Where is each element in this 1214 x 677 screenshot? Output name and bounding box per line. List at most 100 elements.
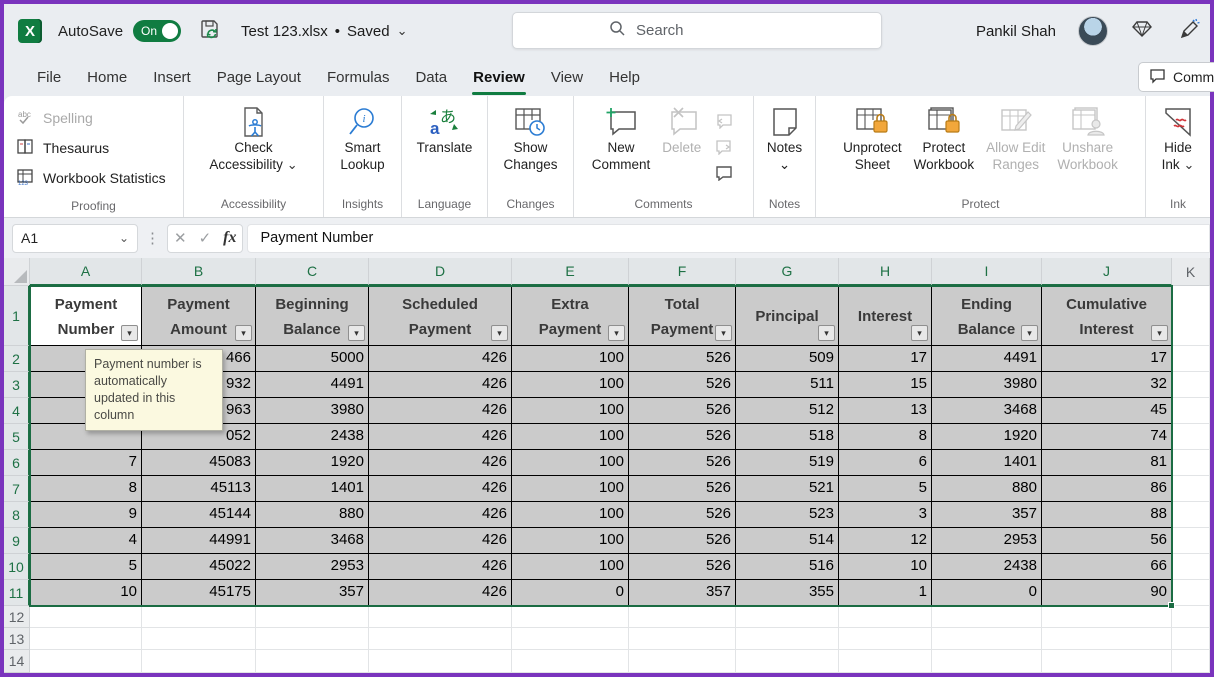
cell-J1[interactable]: CumulativeInterest▾ bbox=[1042, 286, 1172, 346]
title-chevron-down-icon[interactable]: ⌄ bbox=[397, 23, 408, 39]
show-comments-icon[interactable] bbox=[713, 163, 735, 183]
formula-input[interactable]: Payment Number bbox=[247, 224, 1210, 253]
cell-G13[interactable] bbox=[736, 628, 839, 650]
cell-H11[interactable]: 1 bbox=[839, 580, 932, 606]
row-header-13[interactable]: 13 bbox=[4, 628, 30, 650]
cell-E1[interactable]: ExtraPayment▾ bbox=[512, 286, 629, 346]
user-name[interactable]: Pankil Shah bbox=[976, 23, 1056, 40]
protect-workbook-button[interactable]: Protect Workbook bbox=[908, 100, 981, 194]
tab-home[interactable]: Home bbox=[74, 61, 140, 94]
column-header-G[interactable]: G bbox=[736, 258, 839, 286]
cell-E13[interactable] bbox=[512, 628, 629, 650]
cell-C14[interactable] bbox=[256, 650, 369, 673]
cell-A14[interactable] bbox=[30, 650, 142, 673]
cell-H10[interactable]: 10 bbox=[839, 554, 932, 580]
cell-B10[interactable]: 45022 bbox=[142, 554, 256, 580]
cell-H4[interactable]: 13 bbox=[839, 398, 932, 424]
column-header-F[interactable]: F bbox=[629, 258, 736, 286]
cell-D4[interactable]: 426 bbox=[369, 398, 512, 424]
cell-J4[interactable]: 45 bbox=[1042, 398, 1172, 424]
cell-G7[interactable]: 521 bbox=[736, 476, 839, 502]
cell-E6[interactable]: 100 bbox=[512, 450, 629, 476]
cell-J10[interactable]: 66 bbox=[1042, 554, 1172, 580]
tab-insert[interactable]: Insert bbox=[140, 61, 204, 94]
row-header-14[interactable]: 14 bbox=[4, 650, 30, 673]
check-accessibility-button[interactable]: Check Accessibility ⌄ bbox=[203, 100, 303, 194]
cell-E7[interactable]: 100 bbox=[512, 476, 629, 502]
row-header-5[interactable]: 5 bbox=[4, 424, 30, 450]
workbook-statistics-button[interactable]: 123 Workbook Statistics bbox=[12, 164, 175, 192]
cell-J13[interactable] bbox=[1042, 628, 1172, 650]
cell-B12[interactable] bbox=[142, 606, 256, 628]
cell-B1[interactable]: PaymentAmount▾ bbox=[142, 286, 256, 346]
cell-A6[interactable]: 7 bbox=[30, 450, 142, 476]
row-header-8[interactable]: 8 bbox=[4, 502, 30, 528]
filter-dropdown-J[interactable]: ▾ bbox=[1151, 325, 1168, 341]
filter-dropdown-B[interactable]: ▾ bbox=[235, 325, 252, 341]
column-header-D[interactable]: D bbox=[369, 258, 512, 286]
cell-F7[interactable]: 526 bbox=[629, 476, 736, 502]
cell-G1[interactable]: Principal▾ bbox=[736, 286, 839, 346]
excel-app-icon[interactable]: X bbox=[18, 19, 42, 43]
cell-G5[interactable]: 518 bbox=[736, 424, 839, 450]
cell-K10[interactable] bbox=[1172, 554, 1210, 580]
worksheet-grid[interactable]: ABCDEFGHIJK1234567891011121314PaymentNum… bbox=[4, 258, 1210, 673]
cell-A1[interactable]: PaymentNumber▾ bbox=[30, 286, 142, 346]
row-header-3[interactable]: 3 bbox=[4, 372, 30, 398]
cell-F8[interactable]: 526 bbox=[629, 502, 736, 528]
cell-G6[interactable]: 519 bbox=[736, 450, 839, 476]
document-title[interactable]: Test 123.xlsx bbox=[241, 23, 328, 40]
cell-G2[interactable]: 509 bbox=[736, 346, 839, 372]
cell-C1[interactable]: BeginningBalance▾ bbox=[256, 286, 369, 346]
tab-data[interactable]: Data bbox=[402, 61, 460, 94]
cell-F3[interactable]: 526 bbox=[629, 372, 736, 398]
cell-J5[interactable]: 74 bbox=[1042, 424, 1172, 450]
cell-H2[interactable]: 17 bbox=[839, 346, 932, 372]
cell-C13[interactable] bbox=[256, 628, 369, 650]
cell-I12[interactable] bbox=[932, 606, 1042, 628]
filter-dropdown-A[interactable]: ▾ bbox=[121, 325, 138, 341]
cell-D13[interactable] bbox=[369, 628, 512, 650]
cell-F14[interactable] bbox=[629, 650, 736, 673]
cell-G12[interactable] bbox=[736, 606, 839, 628]
cell-D8[interactable]: 426 bbox=[369, 502, 512, 528]
cell-H1[interactable]: Interest▾ bbox=[839, 286, 932, 346]
filter-dropdown-I[interactable]: ▾ bbox=[1021, 325, 1038, 341]
cell-I2[interactable]: 4491 bbox=[932, 346, 1042, 372]
cell-I6[interactable]: 1401 bbox=[932, 450, 1042, 476]
cell-B11[interactable]: 45175 bbox=[142, 580, 256, 606]
cell-E3[interactable]: 100 bbox=[512, 372, 629, 398]
cell-I4[interactable]: 3468 bbox=[932, 398, 1042, 424]
notes-button[interactable]: Notes ⌄ bbox=[761, 100, 808, 194]
cell-D10[interactable]: 426 bbox=[369, 554, 512, 580]
cell-A7[interactable]: 8 bbox=[30, 476, 142, 502]
filter-dropdown-C[interactable]: ▾ bbox=[348, 325, 365, 341]
cell-I13[interactable] bbox=[932, 628, 1042, 650]
cell-K12[interactable] bbox=[1172, 606, 1210, 628]
cell-I1[interactable]: EndingBalance▾ bbox=[932, 286, 1042, 346]
cell-C6[interactable]: 1920 bbox=[256, 450, 369, 476]
tab-review[interactable]: Review bbox=[460, 61, 538, 94]
column-header-K[interactable]: K bbox=[1172, 258, 1210, 286]
cell-A10[interactable]: 5 bbox=[30, 554, 142, 580]
smart-lookup-button[interactable]: i Smart Lookup bbox=[334, 100, 390, 194]
cell-B6[interactable]: 45083 bbox=[142, 450, 256, 476]
formula-bar-grip-icon[interactable]: ⋮ bbox=[142, 229, 163, 247]
unprotect-sheet-button[interactable]: Unprotect Sheet bbox=[837, 100, 908, 194]
cancel-icon[interactable]: ✕ bbox=[174, 229, 187, 247]
cell-F6[interactable]: 526 bbox=[629, 450, 736, 476]
cell-A13[interactable] bbox=[30, 628, 142, 650]
cell-I5[interactable]: 1920 bbox=[932, 424, 1042, 450]
cell-J11[interactable]: 90 bbox=[1042, 580, 1172, 606]
cell-J8[interactable]: 88 bbox=[1042, 502, 1172, 528]
cell-F11[interactable]: 357 bbox=[629, 580, 736, 606]
cell-D11[interactable]: 426 bbox=[369, 580, 512, 606]
cell-D3[interactable]: 426 bbox=[369, 372, 512, 398]
cell-G4[interactable]: 512 bbox=[736, 398, 839, 424]
filter-dropdown-F[interactable]: ▾ bbox=[715, 325, 732, 341]
tab-page-layout[interactable]: Page Layout bbox=[204, 61, 314, 94]
cell-K2[interactable] bbox=[1172, 346, 1210, 372]
cell-D5[interactable]: 426 bbox=[369, 424, 512, 450]
cell-J2[interactable]: 17 bbox=[1042, 346, 1172, 372]
cell-G10[interactable]: 516 bbox=[736, 554, 839, 580]
